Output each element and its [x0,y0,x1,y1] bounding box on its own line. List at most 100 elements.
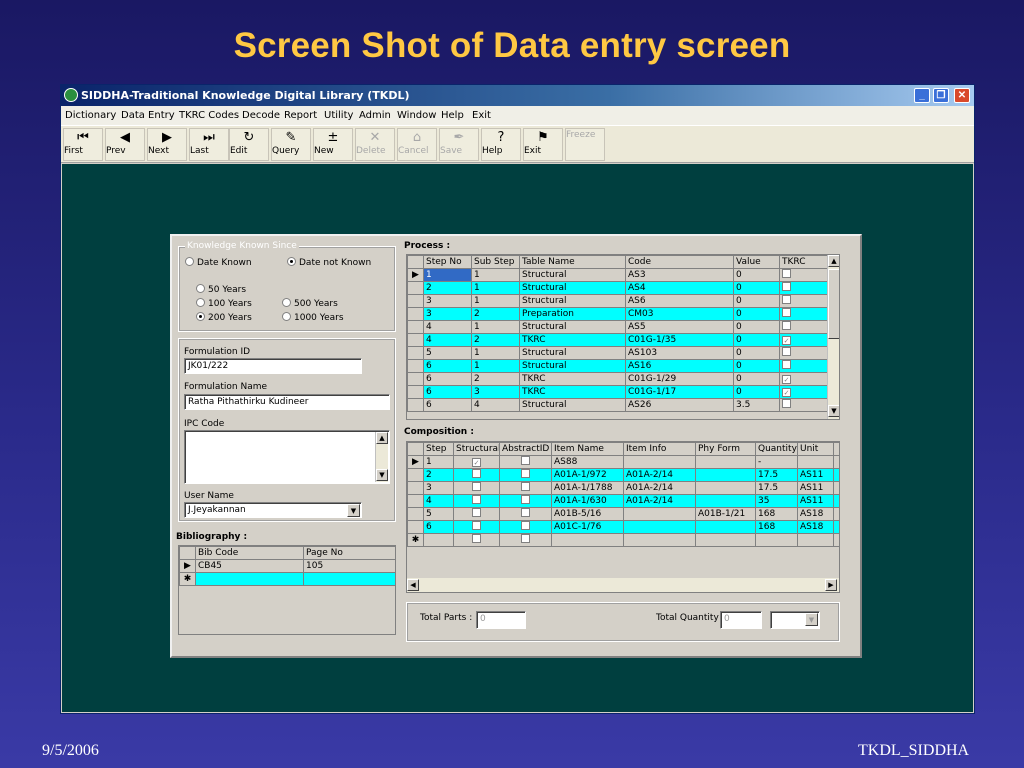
abstract-id-checkbox[interactable] [521,469,530,478]
tkrc-checkbox[interactable] [782,282,791,291]
tkrc-checkbox[interactable] [782,321,791,330]
scroll-thumb[interactable] [828,269,839,339]
table-cell[interactable]: A01A-2/14 [623,468,696,482]
table-row[interactable]: 2 1 Structural AS4 0 [407,281,828,295]
table-cell[interactable]: 1 [423,455,454,469]
menu-window[interactable]: Window [397,110,436,121]
table-cell[interactable]: 1 [471,346,520,360]
column-header[interactable]: AbstractID [499,442,552,456]
table-cell[interactable]: 3 [471,385,520,399]
tkrc-checkbox-cell[interactable]: ✓ [779,372,828,386]
table-row[interactable]: 2 A01A-1/972 A01A-2/14 17.5 AS11 [407,468,839,482]
table-row[interactable]: 4 A01A-1/630 A01A-2/14 35 AS11 [407,494,839,508]
table-cell[interactable]: AS18 [797,507,834,521]
table-cell[interactable] [623,507,696,521]
tkrc-checkbox-cell[interactable] [779,320,828,334]
table-cell[interactable]: 2 [471,333,520,347]
toolbar-save-button[interactable]: ✒ Save [439,128,479,161]
table-cell[interactable] [755,533,798,547]
table-cell[interactable]: AS103 [625,346,734,360]
table-row[interactable]: 3 2 Preparation CM03 0 [407,307,828,321]
tkrc-checkbox[interactable] [782,269,791,278]
tkrc-checkbox[interactable] [782,360,791,369]
table-cell[interactable]: AS11 [797,494,834,508]
tkrc-checkbox[interactable]: ✓ [782,375,791,384]
tkrc-checkbox-cell[interactable] [779,268,828,282]
table-cell-overflow[interactable] [833,481,839,495]
table-cell[interactable]: 3 [423,294,472,308]
table-row[interactable]: ▶ 1 1 Structural AS3 0 [407,268,828,282]
table-cell[interactable]: C01G-1/29 [625,372,734,386]
table-cell-overflow[interactable] [833,507,839,521]
column-header[interactable]: TKRC [779,255,828,269]
table-cell[interactable]: 5 [423,346,472,360]
table-cell[interactable]: AS5 [625,320,734,334]
column-header[interactable]: Item Info [623,442,696,456]
table-cell[interactable] [195,572,304,586]
menu-utility[interactable]: Utility [324,110,353,121]
column-header[interactable]: Page No [303,546,395,560]
tkrc-checkbox-cell[interactable] [779,398,828,412]
table-cell[interactable]: 1 [471,294,520,308]
toolbar-help-button[interactable]: ? Help [481,128,521,161]
table-cell[interactable]: AS6 [625,294,734,308]
table-cell[interactable]: 3.5 [733,398,780,412]
abstract-id-checkbox[interactable] [521,495,530,504]
table-cell[interactable]: 0 [733,333,780,347]
table-cell[interactable]: 0 [733,281,780,295]
tkrc-checkbox[interactable]: ✓ [782,336,791,345]
table-cell[interactable]: Structural [519,346,626,360]
date-known-radio[interactable]: Date Known [185,257,252,268]
row-selector[interactable] [407,320,424,334]
row-selector[interactable] [407,385,424,399]
ipc-code-textarea[interactable] [184,430,390,484]
tkrc-checkbox-cell[interactable] [779,307,828,321]
abstract-id-checkbox-cell[interactable] [499,481,552,495]
row-selector[interactable] [407,398,424,412]
table-cell[interactable]: A01A-1/972 [551,468,624,482]
table-cell[interactable]: A01B-5/16 [551,507,624,521]
table-cell[interactable]: 6 [423,372,472,386]
table-cell[interactable]: Structural [519,268,626,282]
toolbar-first-button[interactable]: ⏮ First [63,128,103,161]
menu-tkrc-codes[interactable]: TKRC Codes [179,110,239,121]
total-parts-field[interactable]: 0 [476,611,526,629]
table-cell[interactable] [695,520,756,534]
scroll-up-icon[interactable]: ▲ [376,432,388,444]
table-cell[interactable]: Preparation [519,307,626,321]
menu-admin[interactable]: Admin [359,110,391,121]
table-cell[interactable] [695,494,756,508]
row-selector[interactable] [407,359,424,373]
table-row[interactable]: 6 1 Structural AS16 0 [407,359,828,373]
table-row[interactable]: 6 A01C-1/76 168 AS18 [407,520,839,534]
scroll-right-icon[interactable]: ▶ [825,579,837,591]
years-100-radio[interactable]: 100 Years [196,298,252,309]
table-row[interactable]: 6 3 TKRC C01G-1/17 0 ✓ [407,385,828,399]
years-50-radio[interactable]: 50 Years [196,284,246,295]
table-cell[interactable]: A01C-1/76 [551,520,624,534]
abstract-id-checkbox[interactable] [521,482,530,491]
new-row[interactable]: ✱ [179,572,395,586]
column-header[interactable]: Item Name [551,442,624,456]
table-cell[interactable] [695,481,756,495]
row-selector[interactable] [407,281,424,295]
table-cell[interactable]: TKRC [519,333,626,347]
structural-checkbox-cell[interactable]: ✓ [453,455,500,469]
ipc-scrollbar[interactable]: ▲ ▼ [375,432,388,482]
table-cell[interactable] [623,455,696,469]
table-cell[interactable]: 1 [471,268,520,282]
table-cell[interactable]: 4 [423,494,454,508]
scroll-up-icon[interactable]: ▲ [828,255,839,267]
table-cell[interactable]: Structural [519,294,626,308]
table-cell[interactable] [797,533,834,547]
scroll-down-icon[interactable]: ▼ [376,469,388,481]
table-cell[interactable] [695,533,756,547]
table-cell[interactable]: 0 [733,359,780,373]
table-cell[interactable]: 35 [755,494,798,508]
structural-checkbox-cell[interactable] [453,468,500,482]
row-pointer-icon[interactable]: ▶ [179,559,196,573]
row-selector[interactable] [407,346,424,360]
row-selector[interactable] [407,494,424,508]
table-cell-overflow[interactable] [833,455,839,469]
tkrc-checkbox-cell[interactable] [779,359,828,373]
